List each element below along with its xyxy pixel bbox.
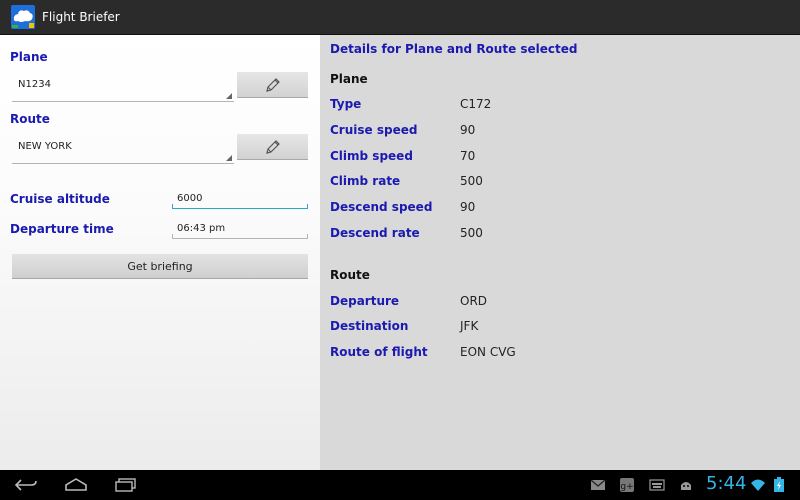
route-label: Route [10,112,50,126]
detail-label: Climb rate [330,174,401,188]
detail-label: Destination [330,319,409,333]
detail-value: 500 [460,226,483,240]
edit-plane-button[interactable] [237,72,308,98]
plane-section-heading: Plane [330,72,368,86]
detail-label: Type [330,97,362,111]
cruise-altitude-label: Cruise altitude [10,192,110,206]
google-plus-icon[interactable]: g+ [618,474,636,496]
home-icon[interactable] [62,474,90,496]
route-spinner[interactable]: NEW YORK [12,131,234,164]
left-panel: Plane N1234 Route NEW YORK Cruise altitu… [0,35,320,470]
system-nav-bar: g+ 5:44 [0,470,800,500]
route-section-heading: Route [330,268,370,282]
detail-label: Cruise speed [330,123,418,137]
detail-value: JFK [460,319,479,333]
details-panel: Details for Plane and Route selected Pla… [320,35,800,470]
android-debug-icon[interactable] [677,474,695,496]
status-clock: 5:44 [706,473,747,494]
departure-time-label: Departure time [10,222,114,236]
plane-label: Plane [10,50,48,64]
action-bar: Flight Briefer [0,0,800,35]
detail-value: ORD [460,294,488,308]
pencil-icon [265,139,280,154]
detail-label: Climb speed [330,149,413,163]
gmail-icon[interactable] [589,474,607,496]
cloud-app-icon[interactable] [10,4,36,30]
wifi-icon [749,474,767,496]
details-title: Details for Plane and Route selected [330,42,578,56]
detail-value: 90 [460,200,476,214]
back-icon[interactable] [12,474,40,496]
detail-value: EON CVG [460,345,516,359]
departure-time-value: 06:43 pm [177,223,226,234]
pencil-icon [265,77,280,92]
detail-value: 70 [460,149,476,163]
app-title: Flight Briefer [42,10,120,24]
plane-spinner[interactable]: N1234 [12,69,234,102]
detail-label: Departure [330,294,400,308]
battery-icon [770,474,788,496]
detail-label: Descend speed [330,200,433,214]
cruise-altitude-value: 6000 [177,193,203,204]
keyboard-icon[interactable] [648,474,666,496]
detail-label: Route of flight [330,345,428,359]
recent-apps-icon[interactable] [112,474,140,496]
plane-spinner-value: N1234 [18,79,51,90]
detail-value: 500 [460,174,483,188]
route-spinner-value: NEW YORK [18,141,72,152]
get-briefing-button[interactable]: Get briefing [12,254,308,279]
cruise-altitude-input[interactable]: 6000 [172,189,308,209]
svg-text:g+: g+ [620,482,633,492]
detail-label: Descend rate [330,226,420,240]
dropdown-triangle-icon [226,155,232,161]
detail-value: C172 [460,97,492,111]
dropdown-triangle-icon [226,93,232,99]
departure-time-input[interactable]: 06:43 pm [172,219,308,239]
detail-value: 90 [460,123,476,137]
edit-route-button[interactable] [237,134,308,160]
